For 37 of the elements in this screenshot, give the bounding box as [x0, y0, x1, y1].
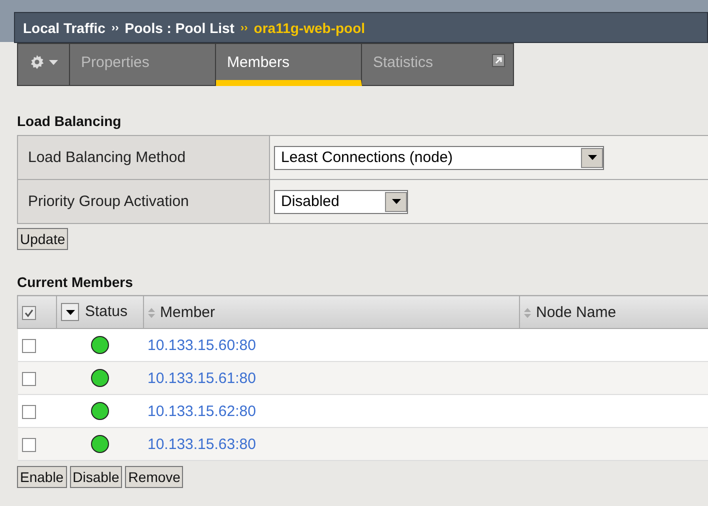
settings-menu-tab[interactable] [17, 43, 70, 86]
member-link[interactable]: 10.133.15.62:80 [148, 402, 256, 420]
dropdown[interactable]: Least Connections (node) [274, 146, 604, 170]
breadcrumb-link[interactable]: Local Traffic [23, 20, 106, 36]
update-button[interactable]: Update [17, 228, 68, 250]
column-header[interactable]: Member [144, 296, 520, 328]
caret-icon [588, 155, 596, 160]
caret-icon [392, 199, 400, 204]
member-link[interactable]: 10.133.15.63:80 [148, 436, 256, 452]
breadcrumb-separator: ›› [111, 22, 119, 34]
breadcrumb-current: ora11g-web-pool [254, 20, 366, 36]
tab[interactable]: Members [216, 43, 362, 86]
popout-icon[interactable] [492, 54, 505, 67]
action-button[interactable]: Enable [17, 466, 67, 488]
sort-icon [148, 308, 155, 318]
row-checkbox[interactable] [22, 438, 36, 452]
action-button[interactable]: Disable [70, 466, 122, 488]
action-button[interactable]: Remove [125, 466, 184, 488]
sort-icon [524, 308, 531, 318]
member-link[interactable]: 10.133.15.60:80 [148, 336, 256, 354]
column-header[interactable]: Status [56, 296, 144, 328]
caret-icon [66, 310, 74, 315]
row-checkbox[interactable] [22, 404, 36, 419]
select-all-checkbox[interactable] [22, 306, 36, 320]
row-checkbox[interactable] [22, 338, 36, 353]
gear-icon [29, 54, 45, 70]
section-title: Current Members [17, 274, 134, 290]
member-link[interactable]: 10.133.15.61:80 [148, 370, 256, 386]
breadcrumb-separator: ›› [240, 22, 248, 34]
breadcrumb-link[interactable]: Pools : Pool List [124, 20, 234, 36]
field-label: Load Balancing Method [18, 136, 270, 180]
dropdown[interactable]: Disabled [274, 190, 408, 214]
row-checkbox[interactable] [22, 372, 36, 386]
section-title: Load Balancing [17, 113, 122, 129]
field-label: Priority Group Activation [18, 180, 270, 224]
column-header[interactable]: Node Name [520, 296, 708, 328]
caret-icon [49, 60, 58, 65]
